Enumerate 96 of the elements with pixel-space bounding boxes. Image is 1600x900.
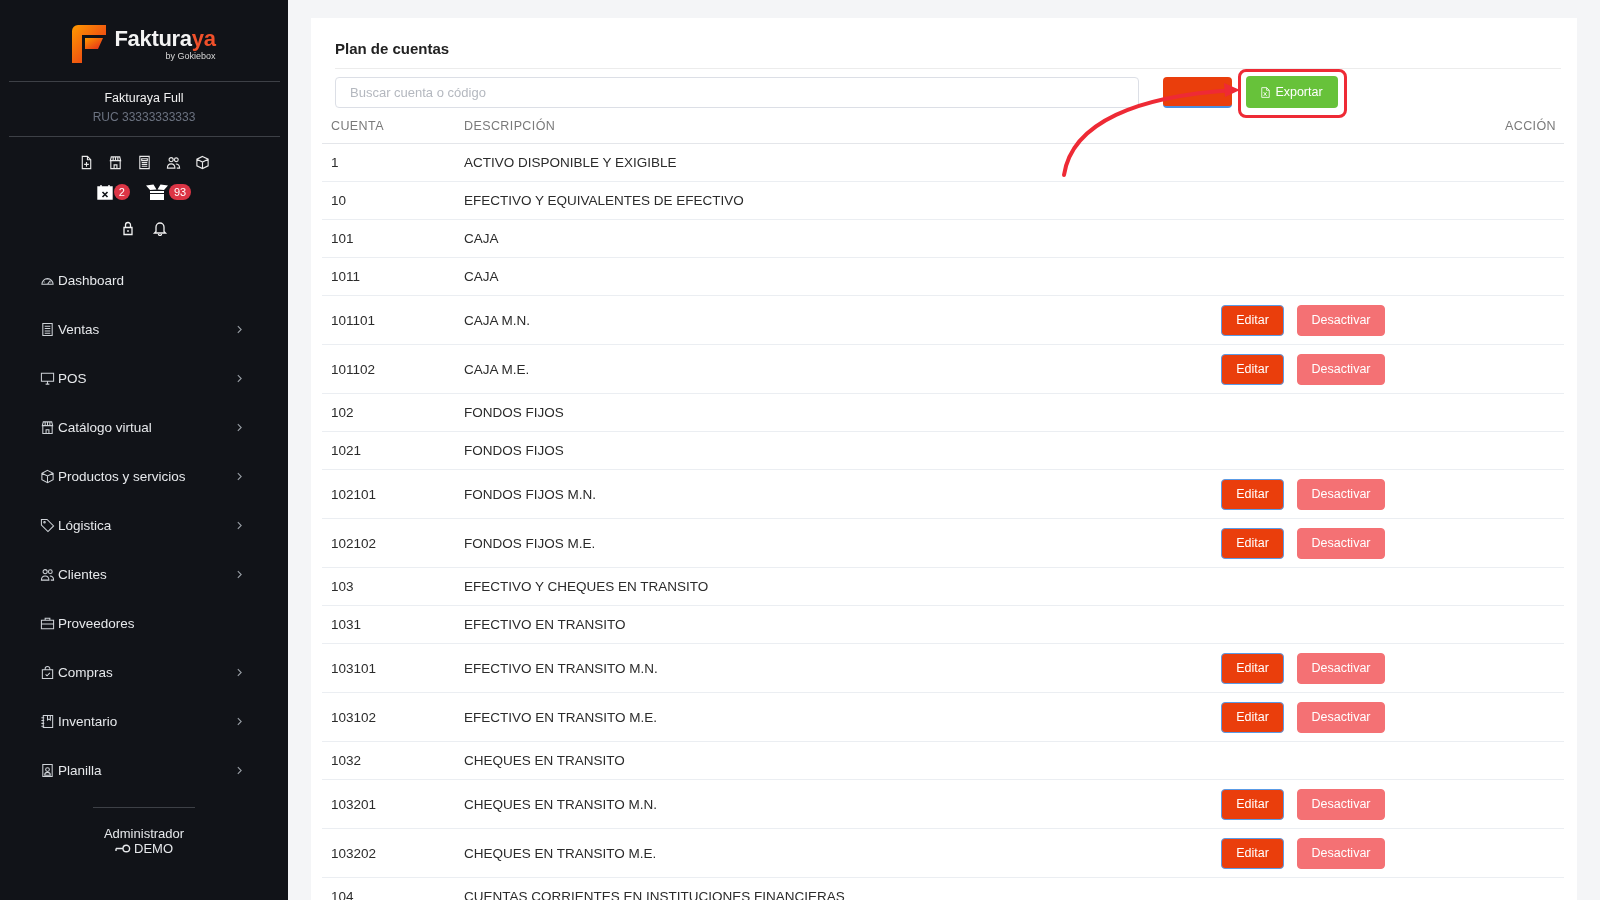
box-icon — [40, 469, 55, 484]
edit-button[interactable]: Editar — [1221, 788, 1284, 820]
sidebar-item[interactable]: Productos y servicios — [0, 452, 288, 501]
deactivate-button[interactable]: Desactivar — [1297, 652, 1385, 684]
receipt-icon — [40, 322, 55, 337]
count-badge: 2 — [113, 184, 130, 200]
table-cell-text: 103202 — [330, 845, 378, 861]
shop-icon — [40, 420, 55, 435]
table-cell-text: 102 — [330, 405, 355, 420]
edit-button[interactable]: Editar — [1221, 701, 1284, 733]
key-icon — [115, 844, 131, 853]
table-cell-text: 102101 — [330, 486, 378, 502]
sidebar-item[interactable]: Compras — [0, 648, 288, 697]
user-name: DEMO — [134, 841, 173, 856]
sidebar-item[interactable]: Ventas — [0, 305, 288, 354]
table-cell-text: 101101 — [330, 312, 377, 328]
table-cell-text: EFECTIVO EN TRANSITO M.N. — [463, 660, 659, 676]
briefcase-icon — [40, 616, 55, 631]
sidebar-item[interactable]: Lógistica — [0, 501, 288, 550]
receipt-icon[interactable] — [136, 155, 152, 170]
sidebar-item[interactable]: Catálogo virtual — [0, 403, 288, 452]
id-card-icon — [40, 763, 55, 778]
table-cell-text: 101102 — [330, 361, 377, 377]
deactivate-button[interactable]: Desactivar — [1297, 478, 1385, 510]
sidebar-item[interactable]: Proveedores — [0, 599, 288, 648]
company-ruc: RUC 33333333333 — [92, 110, 196, 125]
table-cell-text: EFECTIVO EN TRANSITO M.E. — [463, 709, 659, 725]
column-header: CUENTA — [330, 118, 385, 133]
table-cell-text: 103201 — [330, 796, 378, 812]
table-cell-text: EFECTIVO Y CHEQUES EN TRANSITO — [463, 579, 710, 594]
sidebar-item[interactable]: Inventario — [0, 697, 288, 746]
box-icon[interactable] — [194, 155, 210, 170]
deactivate-button[interactable]: Desactivar — [1297, 304, 1385, 336]
user-role: Administrador — [103, 826, 185, 841]
page-title: Plan de cuentas — [335, 18, 1561, 69]
notebook-icon — [40, 714, 55, 729]
deactivate-button[interactable]: Desactivar — [1297, 788, 1385, 820]
table-cell-text: 10 — [330, 193, 348, 208]
bag-icon — [40, 665, 55, 680]
deactivate-button[interactable]: Desactivar — [1297, 353, 1385, 385]
export-button[interactable]: Exportar — [1246, 76, 1338, 108]
edit-button[interactable]: Editar — [1221, 652, 1284, 684]
people-icon — [40, 567, 55, 582]
table-cell-text: 1021 — [330, 443, 363, 458]
table-cell-text: ACTIVO DISPONIBLE Y EXIGIBLE — [463, 155, 678, 170]
table-cell-text: FONDOS FIJOS M.E. — [463, 535, 597, 551]
deactivate-button[interactable]: Desactivar — [1297, 701, 1385, 733]
table-cell-text: FONDOS FIJOS — [463, 405, 565, 420]
table-cell-text: EFECTIVO Y EQUIVALENTES DE EFECTIVO — [463, 193, 745, 208]
table-cell-text: 1031 — [330, 617, 363, 632]
brand-name: Fakturaya — [114, 26, 216, 51]
deactivate-button[interactable]: Desactivar — [1297, 527, 1385, 559]
sidebar-item[interactable]: POS — [0, 354, 288, 403]
table-cell-text: 1032 — [330, 753, 363, 768]
edit-button[interactable]: Editar — [1221, 837, 1284, 869]
table-cell-text: FONDOS FIJOS — [463, 443, 565, 458]
table-cell-text: 103101 — [330, 660, 378, 676]
table-cell-text: CHEQUES EN TRANSITO — [463, 753, 626, 768]
company-name: Fakturaya Full — [104, 91, 184, 106]
table-cell-text: CHEQUES EN TRANSITO M.N. — [463, 796, 659, 812]
sidebar-item[interactable]: Dashboard — [0, 256, 288, 305]
spreadsheet-file-icon — [1261, 86, 1271, 98]
table-cell-text: 101 — [330, 231, 355, 246]
bell-icon[interactable] — [152, 220, 168, 236]
table-cell-text: CAJA — [463, 269, 500, 284]
monitor-icon — [40, 371, 55, 386]
sidebar-item[interactable]: Clientes — [0, 550, 288, 599]
table-cell-text: CAJA M.N. — [463, 312, 531, 328]
tag-icon — [40, 518, 55, 533]
table-cell-text: FONDOS FIJOS M.N. — [463, 486, 597, 502]
edit-button[interactable]: Editar — [1221, 304, 1284, 336]
logo-icon — [72, 24, 107, 63]
table-cell-text: 1011 — [330, 269, 362, 284]
brand-tagline: by Gokiebox — [165, 50, 216, 61]
column-header: ACCIÓN — [1504, 118, 1557, 133]
table-cell-text: CHEQUES EN TRANSITO M.E. — [463, 845, 658, 861]
table-cell-text: 1 — [330, 155, 340, 170]
count-badge: 93 — [168, 184, 192, 200]
people-icon[interactable] — [165, 155, 181, 170]
calendar-x-icon[interactable] — [96, 184, 113, 200]
open-box-icon[interactable] — [145, 184, 168, 200]
table-cell-text: 102102 — [330, 535, 378, 551]
shop-icon[interactable] — [107, 155, 123, 170]
table-cell-text: CAJA — [463, 231, 500, 246]
lock-icon[interactable] — [120, 220, 136, 236]
table-cell-text: 103102 — [330, 709, 378, 725]
edit-button[interactable]: Editar — [1221, 478, 1284, 510]
table-cell-text: EFECTIVO EN TRANSITO — [463, 617, 627, 632]
edit-button[interactable]: Editar — [1221, 527, 1284, 559]
table-cell-text: CAJA M.E. — [463, 361, 531, 377]
table-cell-text: 103 — [330, 579, 355, 594]
search-field[interactable]: Buscar cuenta o código — [335, 76, 1139, 108]
column-header: DESCRIPCIÓN — [463, 118, 557, 133]
edit-button[interactable]: Editar — [1221, 353, 1284, 385]
sidebar-item[interactable]: Planilla — [0, 746, 288, 795]
deactivate-button[interactable]: Desactivar — [1297, 837, 1385, 869]
